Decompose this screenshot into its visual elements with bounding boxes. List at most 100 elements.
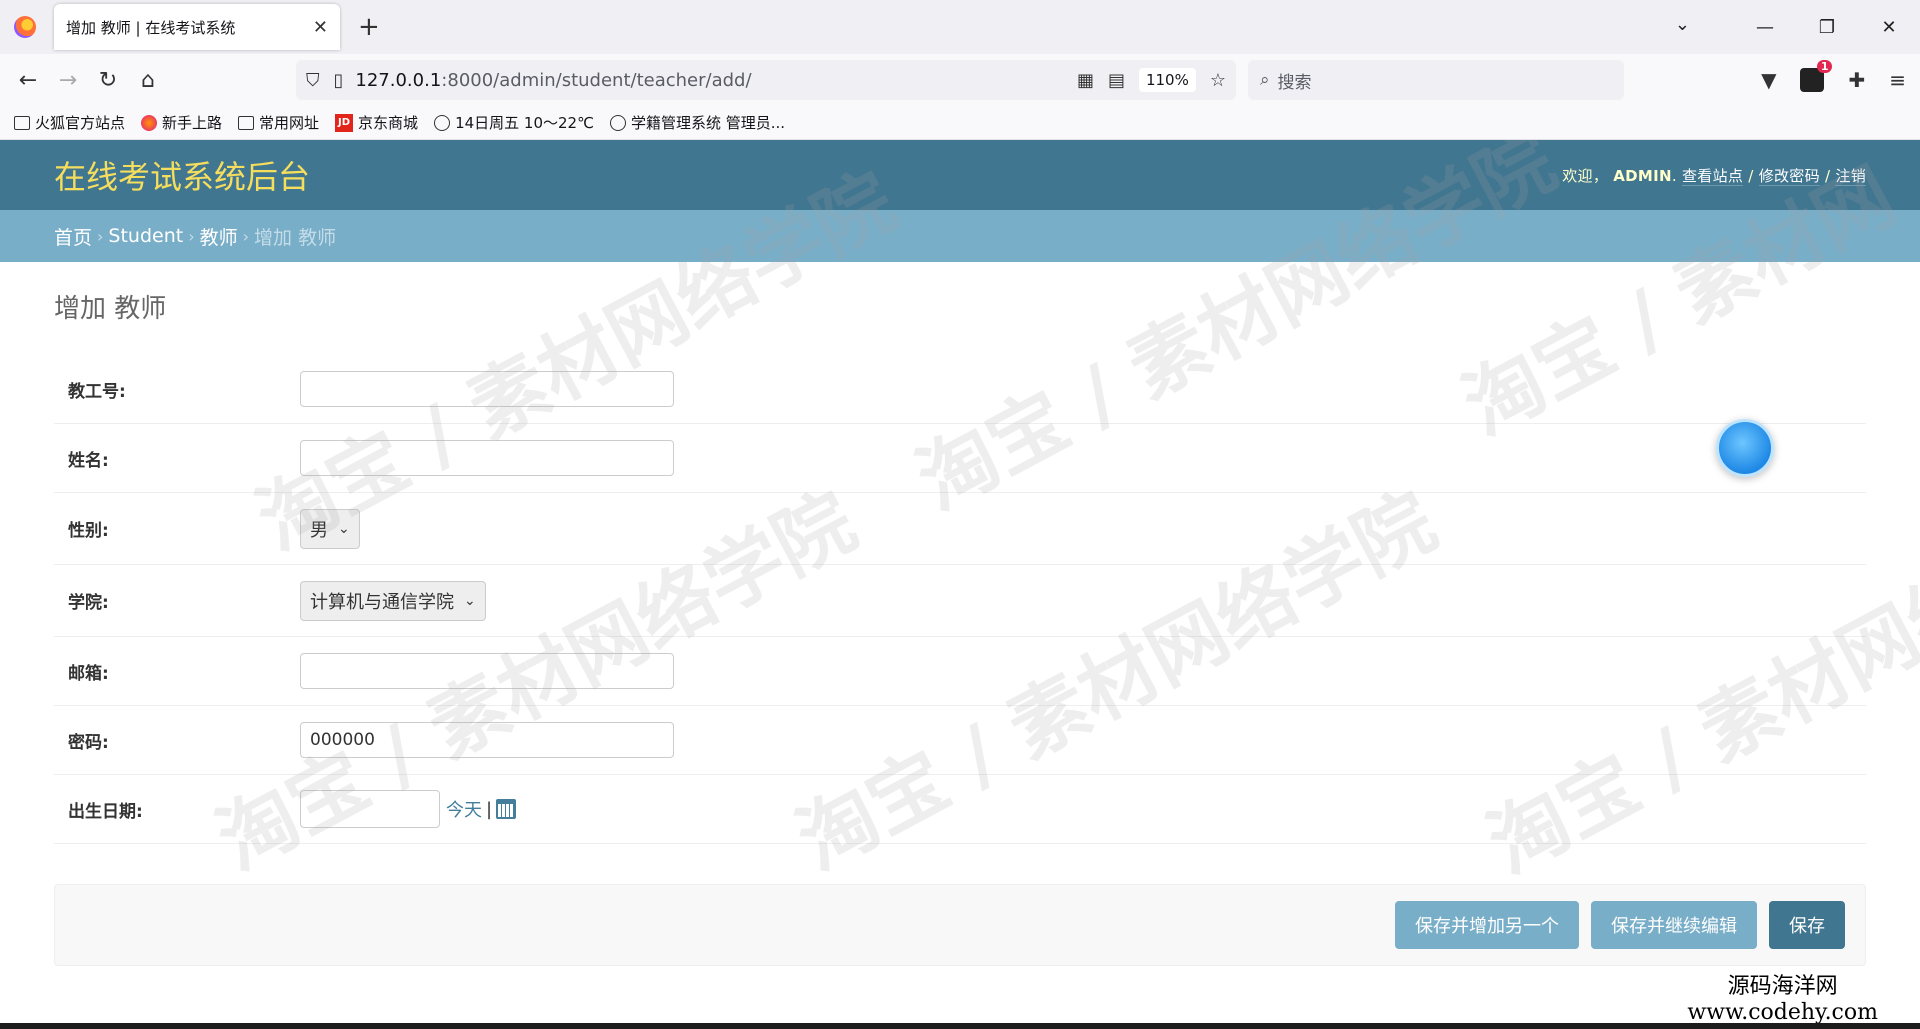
minimize-icon[interactable]: —	[1734, 17, 1796, 38]
brand-cn: 源码海洋网	[1727, 974, 1838, 999]
reload-icon[interactable]: ↻	[88, 60, 128, 100]
url-bar[interactable]: ⛉ ▯ 127.0.0.1:8000/admin/student/teacher…	[296, 60, 1236, 100]
name-label: 姓名:	[68, 450, 109, 471]
chevron-down-icon: ⌄	[464, 592, 476, 609]
name-input[interactable]	[300, 440, 674, 476]
reader-view-icon[interactable]: ▤	[1108, 70, 1125, 91]
username: ADMIN	[1613, 166, 1672, 185]
save-continue-button[interactable]: 保存并继续编辑	[1591, 901, 1757, 949]
close-window-icon[interactable]: ✕	[1858, 17, 1920, 38]
content: 增加 教师 教工号: 姓名: 性别: 男 ⌄ 学院: 计算机与通信学院 ⌄ 邮箱…	[0, 262, 1920, 966]
page-icon[interactable]: ▯	[334, 70, 344, 91]
admin-page: 在线考试系统后台 欢迎， ADMIN. 查看站点 / 修改密码 / 注销 首页 …	[0, 140, 1920, 1029]
email-label: 邮箱:	[68, 663, 109, 684]
url-host: 127.0.0.1	[355, 69, 442, 91]
corner-brand: 源码海洋网 www.codehy.com	[1687, 968, 1878, 1025]
puzzle-extensions-icon[interactable]: ✚	[1848, 68, 1865, 92]
taskbar-strip	[0, 1023, 1920, 1029]
submit-row: 保存并增加另一个 保存并继续编辑 保存	[54, 884, 1866, 966]
search-bar[interactable]: ⌕ 搜索	[1248, 60, 1624, 100]
breadcrumb-app[interactable]: Student	[108, 225, 183, 247]
form-row-email: 邮箱:	[54, 637, 1866, 706]
firefox-icon	[141, 114, 158, 131]
job-number-label: 教工号:	[68, 381, 126, 402]
pocket-icon[interactable]: ▼	[1761, 68, 1776, 92]
bookmark-item[interactable]: 学籍管理系统 管理员...	[609, 112, 785, 133]
site-name[interactable]: 在线考试系统后台	[54, 152, 310, 198]
view-site-link[interactable]: 查看站点	[1681, 166, 1744, 186]
globe-icon	[609, 114, 626, 131]
firefox-logo-icon[interactable]	[14, 16, 36, 38]
college-label: 学院:	[68, 593, 109, 613]
bookmark-item[interactable]: JD 京东商城	[335, 112, 418, 133]
calendar-icon[interactable]	[496, 799, 517, 819]
close-icon[interactable]: ✕	[313, 17, 328, 38]
bookmark-item[interactable]: 14日周五 10～22℃	[434, 112, 594, 133]
logout-link[interactable]: 注销	[1835, 166, 1866, 186]
restore-icon[interactable]: ❐	[1796, 17, 1858, 38]
save-add-another-button[interactable]: 保存并增加另一个	[1395, 901, 1579, 949]
form-row-name: 姓名:	[54, 424, 1866, 493]
back-arrow-icon[interactable]: ←	[8, 60, 48, 100]
globe-icon	[434, 114, 451, 131]
tab-title: 增加 教师 | 在线考试系统	[66, 18, 236, 37]
today-link[interactable]: 今天	[446, 796, 482, 822]
user-tools: 欢迎， ADMIN. 查看站点 / 修改密码 / 注销	[1562, 166, 1866, 186]
gender-label: 性别:	[68, 521, 109, 541]
gender-select[interactable]: 男 ⌄	[300, 508, 360, 549]
extension-icon[interactable]: 1	[1800, 60, 1833, 92]
bookmark-item[interactable]: 新手上路	[141, 112, 222, 133]
breadcrumb-home[interactable]: 首页	[54, 223, 92, 250]
page-title: 增加 教师	[54, 294, 167, 324]
extension-badge: 1	[1816, 60, 1833, 73]
shortcut-divider: |	[486, 798, 493, 820]
window-controls: — ❐ ✕	[1734, 0, 1920, 54]
college-select[interactable]: 计算机与通信学院 ⌄	[300, 580, 486, 621]
zoom-level[interactable]: 110%	[1138, 68, 1196, 92]
shield-icon[interactable]: ⛉	[306, 70, 320, 91]
chevron-down-icon: ⌄	[338, 520, 350, 537]
toolbar-right: ▼ 1 ✚ ≡	[1761, 60, 1906, 92]
save-button[interactable]: 保存	[1769, 901, 1845, 949]
password-label: 密码:	[68, 732, 109, 753]
gender-selected: 男	[310, 519, 328, 541]
brand-url: www.codehy.com	[1687, 1000, 1878, 1025]
welcome-text: 欢迎，	[1562, 166, 1609, 185]
folder-icon	[14, 115, 30, 130]
change-password-link[interactable]: 修改密码	[1758, 166, 1820, 186]
browser-tab[interactable]: 增加 教师 | 在线考试系统 ✕	[54, 4, 340, 50]
form-row-job-number: 教工号:	[54, 355, 1866, 424]
job-number-input[interactable]	[300, 371, 674, 407]
bookmark-item[interactable]: 火狐官方站点	[14, 112, 125, 133]
search-placeholder: 搜索	[1277, 72, 1312, 93]
home-icon[interactable]: ⌂	[128, 60, 168, 100]
college-selected: 计算机与通信学院	[310, 591, 454, 613]
form-row-gender: 性别: 男 ⌄	[54, 493, 1866, 565]
browser-navbar: ← → ↻ ⌂ ⛉ ▯ 127.0.0.1:8000/admin/student…	[0, 54, 1920, 106]
bookmarks-bar: 火狐官方站点 新手上路 常用网址 JD 京东商城 14日周五 10～22℃ 学籍管…	[0, 106, 1920, 140]
search-icon: ⌕	[1260, 70, 1270, 90]
browser-tabbar: 增加 教师 | 在线考试系统 ✕ + ⌄ — ❐ ✕	[0, 0, 1920, 54]
password-input[interactable]	[300, 722, 674, 758]
date-shortcuts: 今天 |	[446, 796, 517, 822]
form-row-birth-date: 出生日期: 今天 |	[54, 775, 1866, 844]
new-tab-plus-icon[interactable]: +	[358, 12, 380, 42]
menu-icon[interactable]: ≡	[1889, 68, 1906, 92]
chevron-down-icon[interactable]: ⌄	[1675, 14, 1690, 35]
folder-icon	[238, 115, 255, 130]
forward-arrow-icon[interactable]: →	[48, 60, 88, 100]
admin-header: 在线考试系统后台 欢迎， ADMIN. 查看站点 / 修改密码 / 注销	[0, 140, 1920, 210]
email-input[interactable]	[300, 653, 674, 689]
qr-code-icon[interactable]: ▦	[1077, 70, 1094, 91]
floating-assistant-icon[interactable]	[1716, 419, 1774, 477]
form-row-password: 密码:	[54, 706, 1866, 775]
jd-icon: JD	[335, 113, 354, 132]
star-bookmark-icon[interactable]: ☆	[1210, 70, 1226, 91]
breadcrumb-model[interactable]: 教师	[200, 223, 238, 250]
bookmark-item[interactable]: 常用网址	[238, 112, 319, 133]
birth-date-label: 出生日期:	[68, 801, 143, 822]
breadcrumb-current: 增加 教师	[254, 226, 337, 249]
birth-date-input[interactable]	[300, 790, 440, 828]
form-row-college: 学院: 计算机与通信学院 ⌄	[54, 565, 1866, 637]
breadcrumb: 首页 › Student › 教师 › 增加 教师	[0, 210, 1920, 262]
